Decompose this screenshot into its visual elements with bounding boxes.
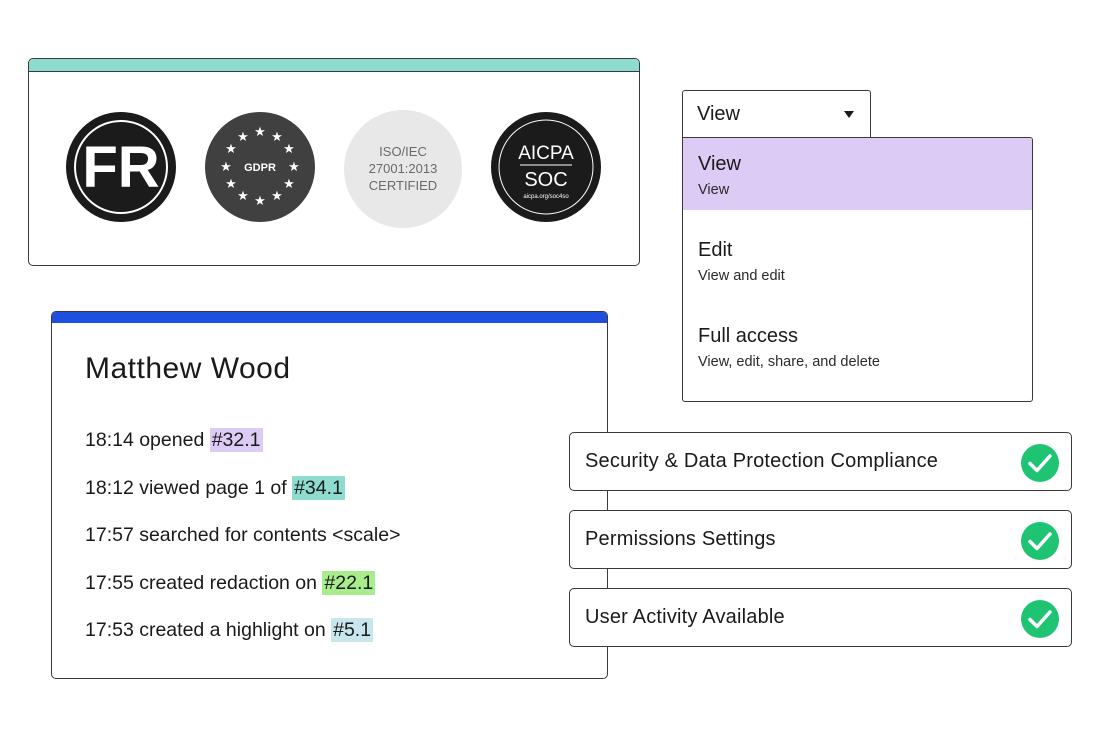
permission-dropdown-menu: View View Edit View and edit Full access…: [682, 137, 1033, 402]
activity-item: 17:57 searched for contents <scale>: [85, 524, 400, 547]
menu-item-description: View: [698, 182, 730, 198]
activity-item: 17:53 created a highlight on #5.1: [85, 618, 374, 642]
svg-text:★: ★: [254, 125, 266, 140]
activity-item-text: 17:53 created a highlight on: [85, 619, 332, 641]
menu-item-title: Edit: [698, 239, 733, 261]
svg-text:★: ★: [237, 189, 249, 204]
checklist-item-label: Permissions Settings: [585, 528, 776, 550]
activity-item: 18:14 opened #32.1: [85, 428, 263, 452]
aicpa-text: AICPA: [518, 143, 574, 164]
badges-card-accent-bar: [29, 59, 639, 72]
activity-item-tag[interactable]: #34.1: [292, 476, 345, 500]
gdpr-stars: ★ ★ ★ ★ ★ ★ ★ ★ ★ ★ ★ ★ GDPR: [220, 125, 300, 209]
check-circle-icon: [1021, 522, 1059, 560]
user-activity-card: Matthew Wood 18:14 opened #32.1 18:12 vi…: [51, 311, 608, 679]
activity-item-tag[interactable]: #5.1: [331, 618, 374, 642]
soc-text: SOC: [524, 169, 567, 191]
svg-text:★: ★: [220, 160, 232, 175]
compliance-badges-card: FR ★ ★ ★ ★ ★ ★ ★ ★ ★ ★ ★ ★ GDPR ISO/IEC: [28, 58, 640, 266]
menu-item-edit[interactable]: Edit View and edit: [683, 224, 1032, 296]
activity-card-accent-bar: [52, 312, 607, 323]
gdpr-badge-text: GDPR: [244, 162, 276, 174]
gdpr-badge-icon: ★ ★ ★ ★ ★ ★ ★ ★ ★ ★ ★ ★ GDPR: [205, 112, 315, 222]
svg-text:★: ★: [283, 177, 295, 192]
aicpa-url-text: aicpa.org/soc4so: [523, 194, 569, 200]
activity-item-text: 18:12 viewed page 1 of: [85, 477, 293, 499]
menu-item-full-access[interactable]: Full access View, edit, share, and delet…: [683, 310, 1032, 382]
aicpa-soc-badge-icon: AICPA SOC aicpa.org/soc4so: [491, 112, 601, 222]
checklist-item-label: User Activity Available: [585, 606, 785, 628]
activity-item-text: 17:55 created redaction on: [85, 572, 323, 594]
checklist-item-security-compliance: Security & Data Protection Compliance: [569, 432, 1072, 491]
check-circle-icon: [1021, 444, 1059, 482]
menu-item-description: View, edit, share, and delete: [698, 354, 880, 370]
fr-badge-text: FR: [82, 135, 159, 200]
caret-down-icon: [844, 111, 854, 118]
permission-dropdown-value: View: [697, 103, 740, 125]
svg-text:★: ★: [271, 189, 283, 204]
activity-item: 17:55 created redaction on #22.1: [85, 571, 376, 595]
activity-item-text: 18:14 opened: [85, 429, 210, 451]
iso-line-3: CERTIFIED: [368, 178, 438, 193]
svg-text:★: ★: [225, 177, 237, 192]
iso-line-2: 27001:2013: [368, 161, 438, 176]
check-circle-icon: [1021, 600, 1059, 638]
svg-text:★: ★: [288, 160, 300, 175]
activity-item: 18:12 viewed page 1 of #34.1: [85, 476, 345, 500]
checklist-item-label: Security & Data Protection Compliance: [585, 450, 939, 472]
permission-dropdown[interactable]: View: [682, 90, 871, 138]
activity-item-tag[interactable]: #32.1: [209, 428, 263, 452]
activity-item-tag[interactable]: #22.1: [322, 571, 376, 595]
svg-text:★: ★: [237, 130, 249, 145]
svg-text:★: ★: [283, 142, 295, 157]
iso-badge-icon: ISO/IEC 27001:2013 CERTIFIED: [344, 110, 462, 228]
svg-text:★: ★: [254, 194, 266, 209]
menu-item-view[interactable]: View View: [683, 138, 1032, 210]
activity-user-name: Matthew Wood: [85, 352, 291, 385]
menu-item-title: Full access: [698, 325, 799, 347]
checklist-item-permissions: Permissions Settings: [569, 510, 1072, 569]
svg-text:★: ★: [225, 142, 237, 157]
activity-item-text: 17:57 searched for contents <scale>: [85, 524, 401, 546]
menu-item-description: View and edit: [698, 268, 785, 284]
menu-item-title: View: [698, 153, 741, 175]
svg-text:★: ★: [271, 130, 283, 145]
iso-line-1: ISO/IEC: [379, 144, 427, 159]
fr-badge-icon: FR: [66, 112, 176, 222]
checklist-item-user-activity: User Activity Available: [569, 588, 1072, 647]
